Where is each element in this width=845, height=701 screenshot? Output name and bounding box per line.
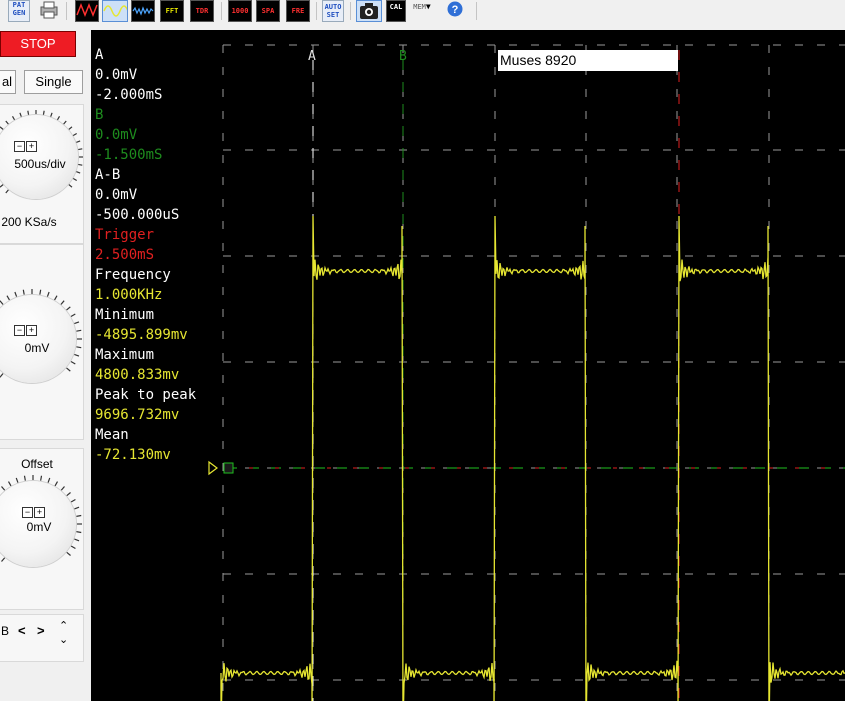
persistence-view-button[interactable]: [131, 0, 155, 22]
pattern-generator-button[interactable]: PAT GEN: [8, 0, 30, 22]
help-button[interactable]: ?: [445, 0, 465, 22]
cursor-a-label: A: [308, 49, 316, 64]
readout-line: Trigger: [95, 227, 155, 243]
readout-line: Minimum: [95, 307, 155, 323]
noise-wave-icon: [132, 6, 154, 16]
readout-line: 1.000KHz: [95, 287, 163, 303]
readout-line: 9696.732mv: [95, 407, 180, 423]
readout-line: Maximum: [95, 347, 155, 363]
offset-stepper[interactable]: − +: [22, 507, 46, 518]
readout-line: 0.0mV: [95, 187, 138, 203]
timebase-panel: − + 500us/div 200 KSa/s: [0, 104, 84, 244]
frequency-counter-button[interactable]: FRE: [286, 0, 310, 22]
memory-label: MEM: [413, 3, 426, 11]
tdr-button[interactable]: TDR: [190, 0, 214, 22]
channel-trace: [220, 215, 845, 701]
svg-text:?: ?: [452, 4, 459, 16]
readout-line: 0.0mV: [95, 67, 138, 83]
help-icon: ?: [447, 1, 463, 17]
calibrate-button[interactable]: CAL: [386, 0, 406, 22]
spectrum-analyzer-button[interactable]: SPA: [256, 0, 280, 22]
auto-set-button[interactable]: AUTO SET: [322, 0, 344, 22]
readout-line: -1.500mS: [95, 147, 163, 163]
memory-dropdown[interactable]: MEM▼: [407, 0, 437, 22]
measurement-readout: A 0.0mV -2.000mS B 0.0mV -1.500mS A-B 0.0mV -500…: [95, 45, 196, 465]
snapshot-button[interactable]: [356, 0, 382, 22]
readout-line: Frequency: [95, 267, 171, 283]
spin-up-icon[interactable]: ⌃: [59, 619, 68, 633]
readout-line: -72.130mv: [95, 447, 171, 463]
scope-display[interactable]: A B Muses 8920 A 0.0mV -2.000mS B 0.0mV -1.50…: [91, 30, 845, 701]
minus-icon[interactable]: −: [14, 325, 25, 336]
ground-marker-icon[interactable]: [223, 462, 234, 474]
graticule: [222, 44, 845, 701]
dropdown-arrow-icon: ▼: [425, 2, 431, 11]
readout-line: A: [95, 47, 104, 63]
waveform-title[interactable]: Muses 8920: [498, 50, 678, 71]
minus-icon[interactable]: −: [14, 141, 25, 152]
offset-value: 0mV: [26, 520, 52, 534]
single-mode-button[interactable]: Single: [24, 70, 83, 94]
normal-mode-button[interactable]: al: [0, 70, 16, 94]
readout-line: -4895.899mv: [95, 327, 188, 343]
cursor-b-label: B: [399, 49, 407, 64]
readout-line: 2.500mS: [95, 247, 155, 263]
level-panel: − + 0mV: [0, 244, 84, 440]
level-value: 0mV: [24, 341, 50, 355]
sample-rate: 200 KSa/s: [1, 215, 57, 229]
readout-line: B: [95, 107, 104, 123]
control-panel: STOP al Single − + 500us/div 200 KSa/s − +…: [0, 30, 91, 701]
trigger-marker-icon[interactable]: [208, 460, 218, 476]
waveform-plot: A B: [208, 44, 845, 701]
timebase-value: 500us/div: [14, 157, 66, 171]
stop-button[interactable]: STOP: [0, 31, 76, 57]
minus-icon[interactable]: −: [22, 507, 33, 518]
timebase-stepper[interactable]: − +: [14, 141, 38, 152]
channel-next-icon[interactable]: >: [37, 623, 45, 638]
sine-wave-icon: [103, 5, 127, 17]
channel-spinner[interactable]: ⌃ ⌄: [59, 619, 68, 647]
waveform-icon: [76, 2, 98, 18]
offset-panel: Offset − + 0mV: [0, 448, 84, 610]
plus-icon[interactable]: +: [34, 507, 45, 518]
camera-icon: [360, 3, 378, 19]
readout-line: A-B: [95, 167, 121, 183]
readout-line: Mean: [95, 427, 129, 443]
readout-line: Peak to peak: [95, 387, 197, 403]
readout-line: 0.0mV: [95, 127, 138, 143]
plus-icon[interactable]: +: [26, 141, 37, 152]
fft-button[interactable]: FFT: [160, 0, 184, 22]
readout-line: -2.000mS: [95, 87, 163, 103]
channel-prev-icon[interactable]: <: [18, 623, 26, 638]
level-stepper[interactable]: − +: [14, 325, 38, 336]
meter-button[interactable]: 1000: [228, 0, 252, 22]
printer-icon: [40, 1, 58, 19]
readout-line: 4800.833mv: [95, 367, 180, 383]
offset-title: Offset: [21, 457, 53, 471]
channel-selector: B < > ⌃ ⌄: [0, 614, 84, 662]
sine-view-button[interactable]: [102, 0, 128, 22]
readout-line: -500.000uS: [95, 207, 180, 223]
channel-label: B: [1, 624, 10, 638]
plus-icon[interactable]: +: [26, 325, 37, 336]
toolbar: PAT GEN FFT TDR 1000 SPA FRE AUTO SET CA…: [0, 0, 845, 31]
spin-down-icon[interactable]: ⌄: [59, 633, 68, 647]
waveform-view-button[interactable]: [75, 0, 99, 22]
print-button[interactable]: [38, 0, 60, 22]
cursors: [227, 50, 845, 701]
